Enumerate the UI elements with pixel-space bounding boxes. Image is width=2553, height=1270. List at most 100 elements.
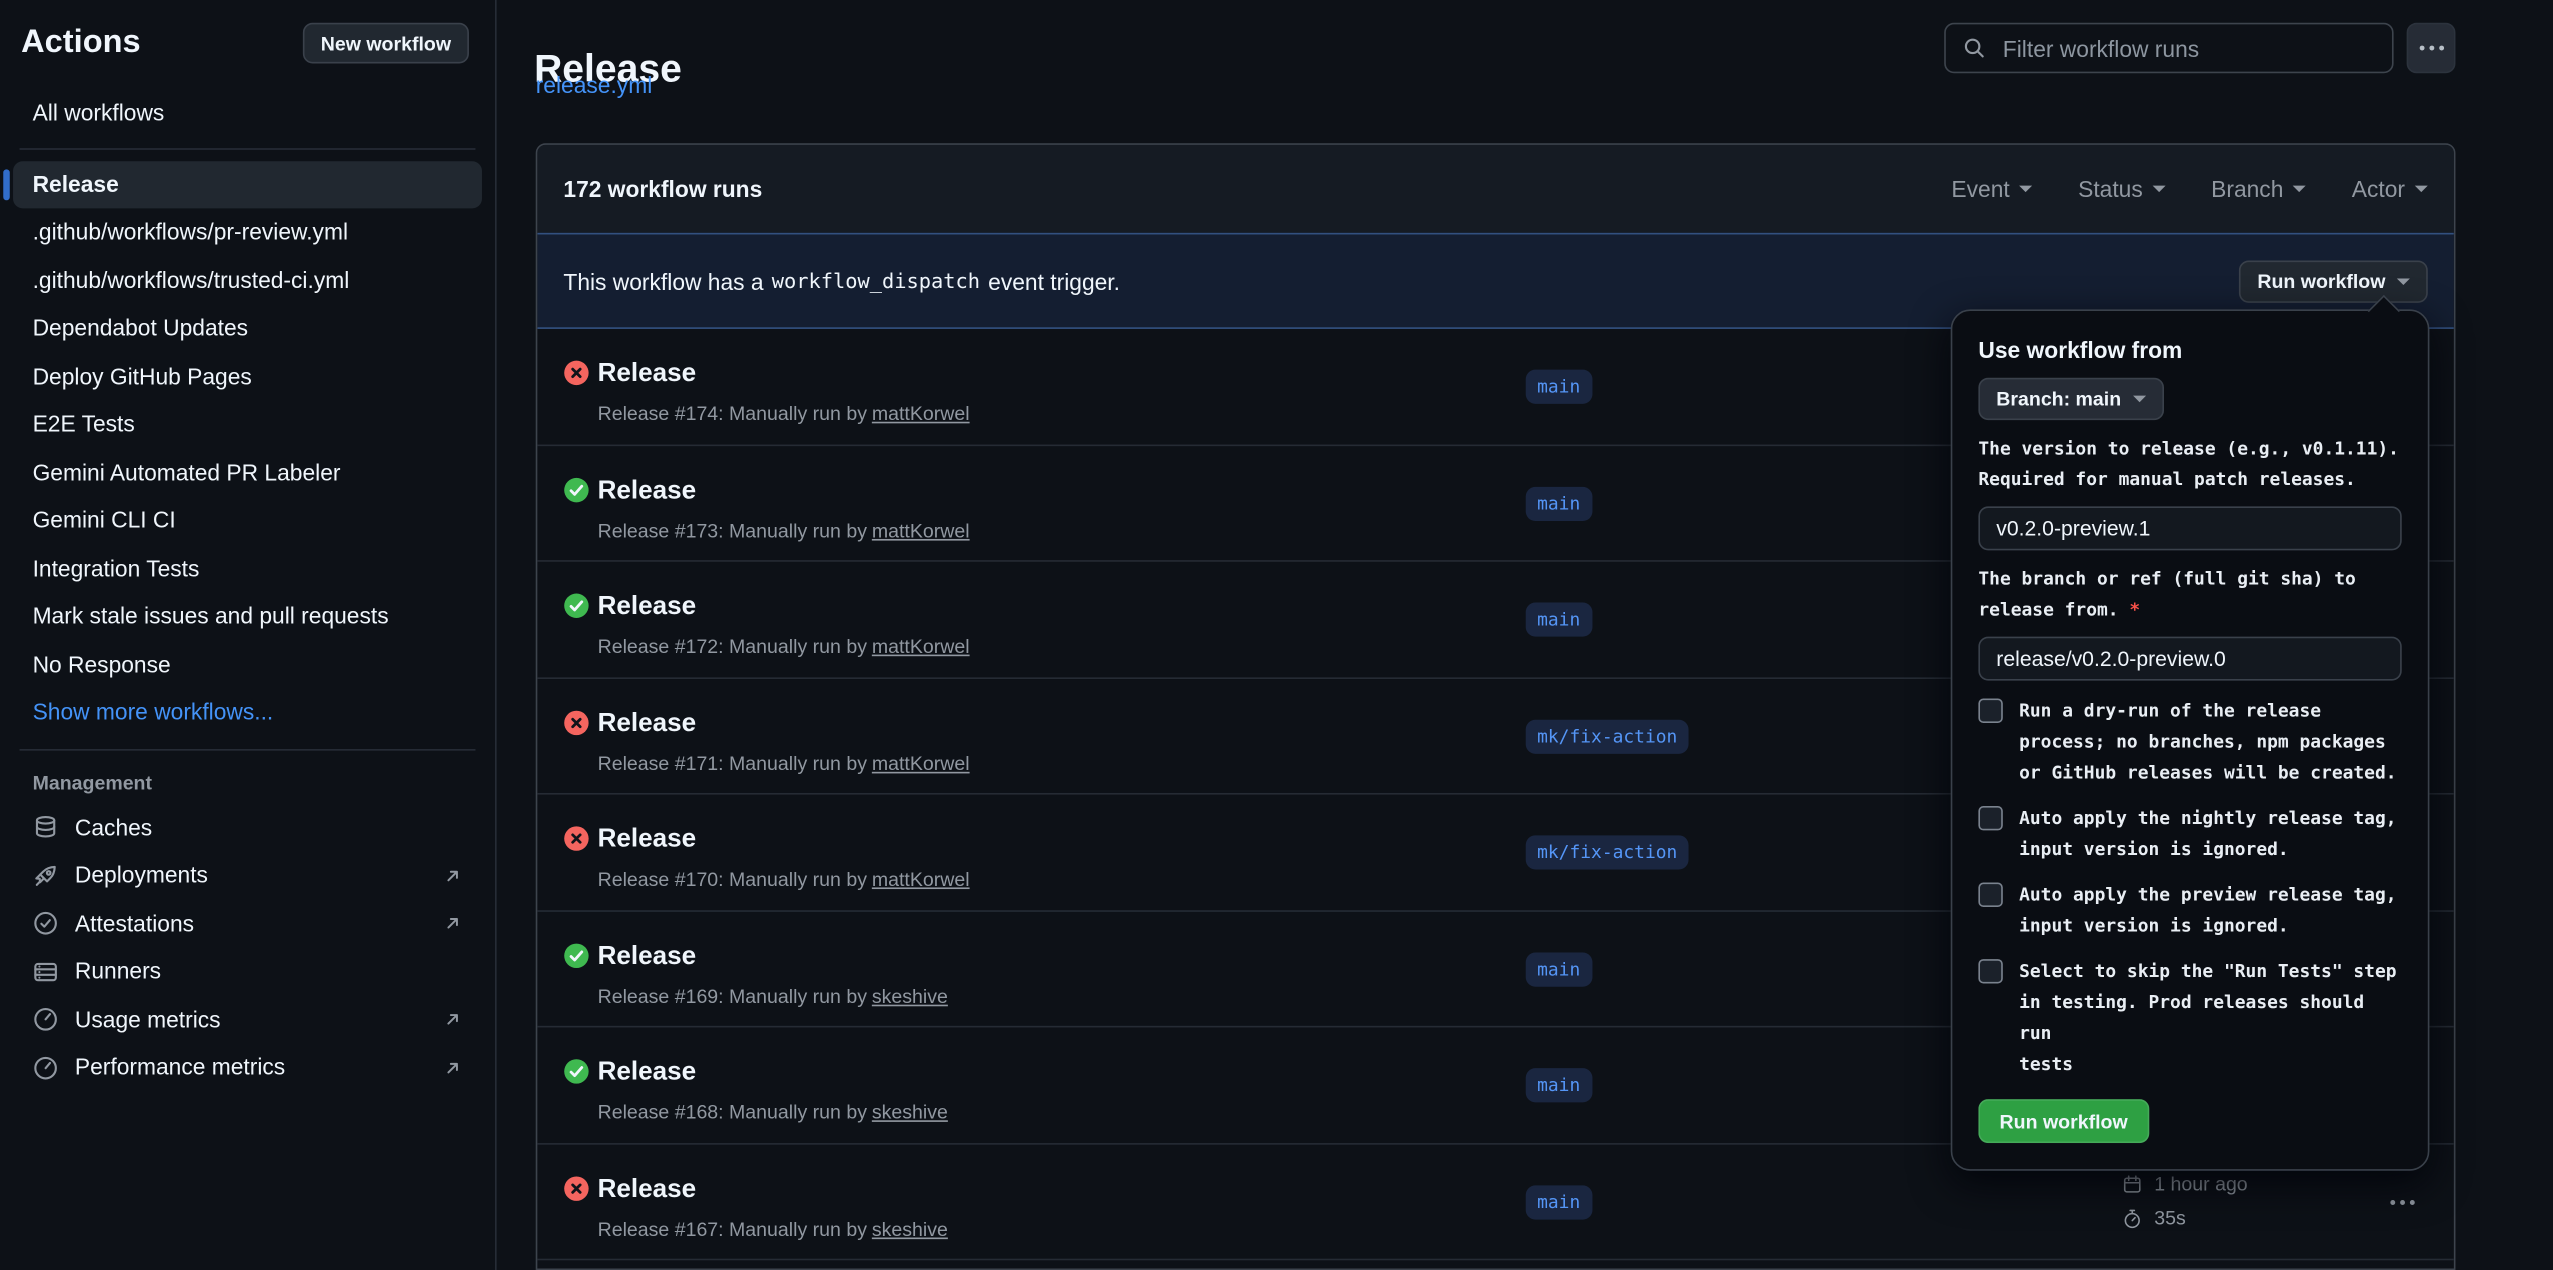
version-input-help: The version to release (e.g., v0.1.11). … [1978, 433, 2401, 495]
run-title-link[interactable]: Release [598, 706, 697, 742]
sidebar-item-all-workflows[interactable]: All workflows [13, 91, 482, 136]
sidebar-header: Actions New workflow [21, 23, 469, 64]
run-workflow-submit-button[interactable]: Run workflow [1978, 1099, 2148, 1143]
runs-panel-header: 172 workflow runs EventStatusBranchActor [537, 145, 2454, 233]
sidebar-management-item[interactable]: Usage metrics [0, 996, 495, 1044]
run-title-link[interactable]: Release [598, 939, 697, 975]
sidebar-workflow-item[interactable]: Release [13, 160, 482, 208]
sidebar-workflow-item[interactable]: E2E Tests [13, 401, 482, 449]
ref-input[interactable] [1978, 637, 2401, 681]
selected-accent-bar [3, 169, 10, 201]
chevron-down-icon [2293, 186, 2306, 193]
branch-badge[interactable]: mk/fix-action [1526, 719, 1689, 753]
external-link-icon [443, 866, 463, 886]
run-title-link[interactable]: Release [598, 357, 697, 393]
kebab-icon [2419, 46, 2443, 51]
checkbox[interactable] [1978, 959, 2002, 983]
sidebar-workflow-item[interactable]: .github/workflows/pr-review.yml [13, 208, 482, 256]
meter-icon [33, 1055, 59, 1081]
workflow-input-checkbox-row[interactable]: Auto apply the preview release tag, inpu… [1978, 879, 2401, 941]
checkbox[interactable] [1978, 699, 2002, 723]
filter-dropdown-branch[interactable]: Branch [2211, 176, 2306, 202]
actor-link[interactable]: mattKorwel [872, 751, 970, 774]
branch-select-button[interactable]: Branch: main [1978, 378, 2163, 420]
workflow-run-row-partial [537, 1260, 2454, 1270]
success-status-icon [563, 476, 589, 502]
run-title-link[interactable]: Release [598, 1172, 697, 1208]
workflow-input-checkbox-row[interactable]: Auto apply the nightly release tag, inpu… [1978, 803, 2401, 865]
actor-link[interactable]: mattKorwel [872, 519, 970, 542]
sidebar-workflow-item[interactable]: Dependabot Updates [13, 304, 482, 352]
branch-badge[interactable]: mk/fix-action [1526, 835, 1689, 869]
sidebar-management-item[interactable]: Deployments [0, 852, 495, 900]
workflow-input-checkbox-row[interactable]: Run a dry-run of the release process; no… [1978, 695, 2401, 788]
new-workflow-button[interactable]: New workflow [303, 23, 469, 64]
chevron-down-icon [2153, 186, 2166, 193]
popup-title: Use workflow from [1978, 337, 2401, 363]
run-workflow-dropdown-button[interactable]: Run workflow [2239, 260, 2427, 302]
workflow-options-button[interactable] [2407, 23, 2456, 73]
sidebar-divider [20, 147, 476, 149]
actor-link[interactable]: skeshive [872, 1101, 948, 1124]
management-list: Caches Deployments Attestations Runners … [0, 804, 495, 1092]
cache-icon [33, 815, 59, 841]
actor-link[interactable]: skeshive [872, 1217, 948, 1240]
version-input[interactable] [1978, 506, 2401, 550]
chevron-down-icon [2133, 396, 2146, 403]
actor-link[interactable]: mattKorwel [872, 402, 970, 425]
sidebar-management-item[interactable]: Runners [0, 948, 495, 996]
failed-status-icon [563, 1175, 589, 1201]
workflow-input-checkbox-row[interactable]: Select to skip the "Run Tests" step in t… [1978, 956, 2401, 1080]
checkbox[interactable] [1978, 883, 2002, 907]
management-section-label: Management [33, 771, 463, 794]
filter-dropdown-actor[interactable]: Actor [2352, 176, 2428, 202]
filter-workflow-runs-input[interactable] [2000, 33, 2376, 62]
checkbox[interactable] [1978, 806, 2002, 830]
branch-badge[interactable]: main [1526, 370, 1592, 404]
actor-link[interactable]: mattKorwel [872, 635, 970, 658]
show-more-workflows-link[interactable]: Show more workflows... [13, 689, 482, 737]
branch-badge[interactable]: main [1526, 486, 1592, 520]
sidebar-workflow-item[interactable]: Mark stale issues and pull requests [13, 593, 482, 641]
run-options-button[interactable] [2377, 1185, 2426, 1221]
branch-badge[interactable]: main [1526, 952, 1592, 986]
sidebar-workflow-item[interactable]: Integration Tests [13, 545, 482, 593]
branch-badge[interactable]: main [1526, 602, 1592, 636]
run-title-link[interactable]: Release [598, 589, 697, 625]
failed-status-icon [563, 826, 589, 852]
banner-code: workflow_dispatch [772, 269, 980, 293]
actor-link[interactable]: mattKorwel [872, 868, 970, 891]
kebab-icon [2390, 1200, 2414, 1205]
branch-badge[interactable]: main [1526, 1185, 1592, 1219]
sidebar-management-item[interactable]: Attestations [0, 900, 495, 948]
run-title-link[interactable]: Release [598, 1055, 697, 1091]
branch-badge[interactable]: main [1526, 1068, 1592, 1102]
success-status-icon [563, 942, 589, 968]
sidebar-management-item[interactable]: Caches [0, 804, 495, 852]
sidebar-workflow-item[interactable]: .github/workflows/trusted-ci.yml [13, 256, 482, 304]
external-link-icon [443, 1058, 463, 1078]
workflow-file-link[interactable]: release.yml [536, 72, 653, 98]
sidebar-workflow-item[interactable]: No Response [13, 641, 482, 689]
filter-dropdown-event[interactable]: Event [1951, 176, 2032, 202]
external-link-icon [443, 1010, 463, 1030]
success-status-icon [563, 593, 589, 619]
run-duration: 35s [2154, 1207, 2186, 1230]
workflow-list: Release.github/workflows/pr-review.yml.g… [0, 160, 495, 688]
actor-link[interactable]: skeshive [872, 984, 948, 1007]
server-icon [33, 959, 59, 985]
banner-text: event trigger. [988, 268, 1120, 294]
sidebar-workflow-item[interactable]: Deploy GitHub Pages [13, 353, 482, 401]
sidebar-workflow-item[interactable]: Gemini CLI CI [13, 497, 482, 545]
sidebar-title: Actions [21, 24, 140, 61]
chevron-down-icon [2019, 186, 2032, 193]
chevron-down-icon [2397, 278, 2410, 285]
run-title-link[interactable]: Release [598, 822, 697, 858]
run-title-link[interactable]: Release [598, 473, 697, 509]
filter-dropdown-status[interactable]: Status [2078, 176, 2165, 202]
run-time: 1 hour ago [2154, 1172, 2247, 1195]
sidebar-workflow-item[interactable]: Gemini Automated PR Labeler [13, 449, 482, 497]
run-filters: Event Status Branch Actor [1951, 176, 2427, 202]
chevron-down-icon [2415, 186, 2428, 193]
sidebar-management-item[interactable]: Performance metrics [0, 1044, 495, 1092]
